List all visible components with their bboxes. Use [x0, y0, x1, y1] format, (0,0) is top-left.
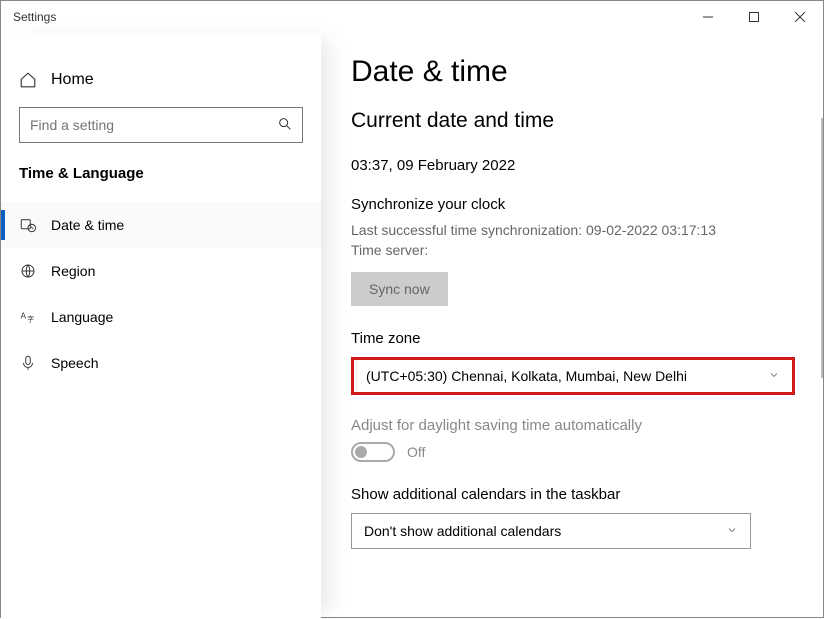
main-content: Date & time Current date and time 03:37,… — [321, 33, 823, 619]
sidebar-item-date-time[interactable]: Date & time — [1, 202, 321, 248]
sidebar: Home Time & Language Date & time Region … — [1, 33, 321, 619]
additional-calendars-section: Show additional calendars in the taskbar… — [351, 486, 795, 549]
sidebar-item-region[interactable]: Region — [1, 248, 321, 294]
sidebar-item-label: Date & time — [51, 217, 124, 233]
home-label: Home — [51, 71, 94, 89]
globe-icon — [19, 262, 37, 280]
window-title: Settings — [1, 10, 56, 24]
maximize-button[interactable] — [731, 1, 777, 33]
additional-calendars-dropdown[interactable]: Don't show additional calendars — [351, 513, 751, 549]
microphone-icon — [19, 354, 37, 372]
home-nav[interactable]: Home — [1, 65, 321, 107]
dst-state: Off — [407, 444, 425, 460]
sync-title: Synchronize your clock — [351, 196, 795, 213]
scrollbar[interactable] — [821, 118, 823, 378]
language-icon: A字 — [19, 308, 37, 326]
svg-text:A: A — [21, 312, 27, 321]
section-current: Current date and time — [351, 109, 795, 133]
category-heading: Time & Language — [1, 165, 321, 202]
close-button[interactable] — [777, 1, 823, 33]
clock-calendar-icon — [19, 216, 37, 234]
title-bar: Settings — [1, 1, 823, 33]
home-icon — [19, 71, 37, 89]
addcal-value: Don't show additional calendars — [364, 523, 561, 539]
chevron-down-icon — [768, 368, 780, 384]
sync-last-value: Last successful time synchronization: 09… — [351, 221, 795, 241]
sidebar-item-label: Region — [51, 263, 95, 279]
sync-now-button[interactable]: Sync now — [351, 272, 448, 306]
sidebar-item-speech[interactable]: Speech — [1, 340, 321, 386]
search-container — [19, 107, 303, 143]
search-icon — [277, 116, 293, 137]
sidebar-item-label: Speech — [51, 355, 98, 371]
addcal-label: Show additional calendars in the taskbar — [351, 486, 795, 503]
minimize-button[interactable] — [685, 1, 731, 33]
chevron-down-icon — [726, 523, 738, 539]
svg-text:字: 字 — [27, 315, 34, 324]
page-title: Date & time — [351, 55, 795, 89]
sync-section: Synchronize your clock Last successful t… — [351, 196, 795, 306]
timezone-label: Time zone — [351, 330, 795, 347]
search-input[interactable] — [19, 107, 303, 143]
sidebar-item-language[interactable]: A字 Language — [1, 294, 321, 340]
sync-server-label: Time server: — [351, 241, 795, 261]
dst-section: Adjust for daylight saving time automati… — [351, 417, 795, 462]
dst-label: Adjust for daylight saving time automati… — [351, 417, 795, 434]
sidebar-item-label: Language — [51, 309, 113, 325]
timezone-dropdown[interactable]: (UTC+05:30) Chennai, Kolkata, Mumbai, Ne… — [351, 357, 795, 395]
timezone-value: (UTC+05:30) Chennai, Kolkata, Mumbai, Ne… — [366, 368, 687, 384]
current-datetime-value: 03:37, 09 February 2022 — [351, 157, 795, 174]
dst-toggle — [351, 442, 395, 462]
